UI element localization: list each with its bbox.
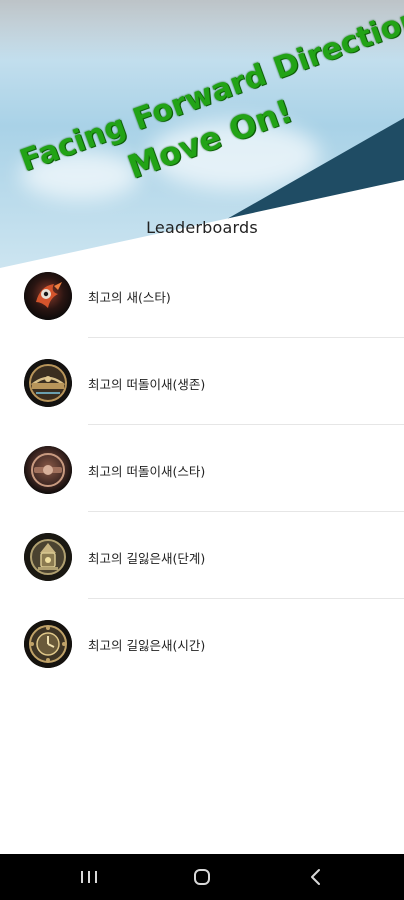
leaderboard-item[interactable]: 최고의 떠돌이새(생존)	[0, 338, 404, 425]
leaderboard-item[interactable]: 최고의 길잃은새(시간)	[0, 599, 404, 686]
leaderboards-screen: Facing Forward Direction Move On! Leader…	[0, 0, 404, 900]
leaderboard-label: 최고의 길잃은새(단계)	[88, 551, 206, 566]
bird-emblem-icon	[24, 272, 72, 320]
leaderboard-item[interactable]: 최고의 새(스타)	[0, 251, 404, 338]
lantern-emblem-icon	[24, 533, 72, 581]
leaderboard-label: 최고의 길잃은새(시간)	[88, 638, 206, 653]
leaderboards-sheet: Leaderboards 최고의 새(스타) 최고의 떠돌이새(생존) 최고의 …	[0, 196, 404, 854]
home-icon[interactable]	[182, 862, 222, 892]
bridge-emblem-icon	[24, 359, 72, 407]
banner: Facing Forward Direction Move On!	[0, 0, 404, 190]
page-title: Leaderboards	[146, 218, 258, 237]
leaderboard-item[interactable]: 최고의 길잃은새(단계)	[0, 512, 404, 599]
leaderboard-list: 최고의 새(스타) 최고의 떠돌이새(생존) 최고의 떠돌이새(스타) 최고의 …	[0, 251, 404, 686]
bronze-emblem-icon	[24, 446, 72, 494]
leaderboard-label: 최고의 떠돌이새(스타)	[88, 464, 206, 479]
back-icon[interactable]	[296, 862, 336, 892]
leaderboard-item[interactable]: 최고의 떠돌이새(스타)	[0, 425, 404, 512]
recent-apps-icon[interactable]	[69, 862, 109, 892]
leaderboard-label: 최고의 떠돌이새(생존)	[88, 377, 206, 392]
clock-emblem-icon	[24, 620, 72, 668]
leaderboard-label: 최고의 새(스타)	[88, 290, 171, 305]
system-nav-bar	[0, 854, 404, 900]
